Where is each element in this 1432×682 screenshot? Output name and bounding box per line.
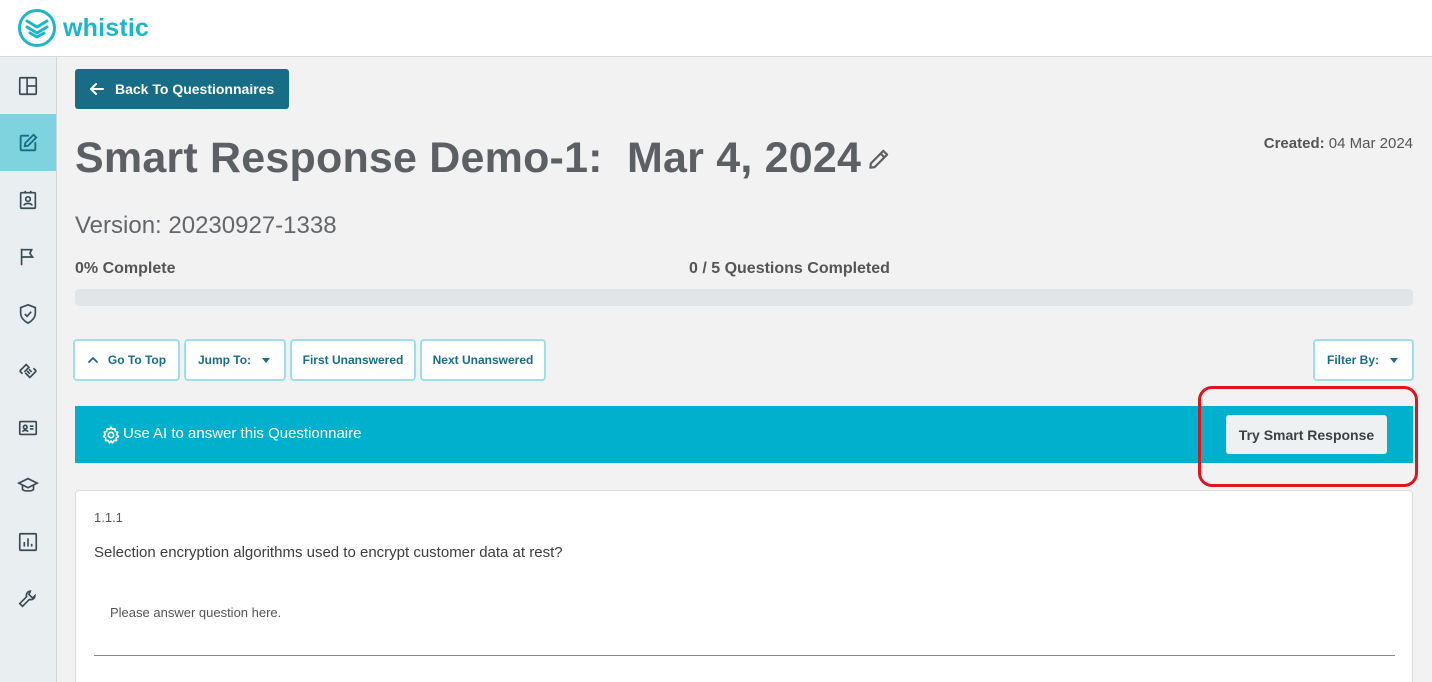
- percent-complete: 0% Complete: [75, 260, 176, 277]
- question-card: 1.1.1 Selection encryption algorithms us…: [75, 490, 1413, 682]
- whistic-logo-icon: [18, 9, 56, 47]
- created-label: Created:: [1263, 135, 1325, 152]
- created-value: 04 Mar 2024: [1324, 135, 1413, 152]
- sidebar-item-contacts[interactable]: [0, 171, 56, 228]
- ai-banner-text: Use AI to answer this Questionnaire: [123, 425, 362, 442]
- page-title: Smart Response Demo-1: Mar 4, 2024: [75, 134, 862, 182]
- filter-by-label: Filter By:: [1326, 353, 1379, 367]
- created-date: Created: 04 Mar 2024: [1264, 135, 1413, 152]
- jump-to-dropdown[interactable]: Jump To:: [184, 339, 286, 381]
- back-to-questionnaires-button[interactable]: Back To Questionnaires: [75, 69, 289, 109]
- question-number: 1.1.1: [94, 510, 123, 525]
- whistic-logo[interactable]: whistic: [17, 8, 149, 48]
- jump-to-label: Jump To:: [197, 353, 252, 367]
- caret-down-icon: [262, 358, 271, 363]
- sidebar-item-reports[interactable]: [0, 513, 56, 570]
- next-unanswered-button[interactable]: Next Unanswered: [420, 339, 546, 381]
- answer-field[interactable]: [94, 595, 1395, 656]
- sidebar-item-partners[interactable]: [0, 342, 56, 399]
- next-unanswered-label: Next Unanswered: [432, 353, 534, 367]
- graduation-cap-icon: [17, 477, 39, 492]
- handshake-icon: [19, 362, 37, 379]
- answer-input[interactable]: [110, 605, 1380, 620]
- sidebar-item-dashboard[interactable]: [0, 57, 56, 114]
- chevron-up-icon: [87, 357, 98, 363]
- sidebar-item-settings[interactable]: [0, 570, 56, 627]
- top-bar: whistic: [0, 0, 1432, 57]
- id-card-icon: [18, 420, 38, 435]
- sidebar-item-issues[interactable]: [0, 228, 56, 285]
- arrow-left-icon: [90, 83, 104, 95]
- filter-by-dropdown[interactable]: Filter By:: [1313, 339, 1414, 381]
- pencil-icon[interactable]: [866, 146, 892, 172]
- back-button-label: Back To Questionnaires: [115, 81, 275, 97]
- highlight-annotation: [1198, 386, 1418, 487]
- caret-down-icon: [1390, 358, 1398, 363]
- questions-completed: 0 / 5 Questions Completed: [689, 260, 890, 277]
- brand-name: whistic: [63, 13, 150, 42]
- go-to-top-label: Go To Top: [107, 353, 167, 367]
- bar-chart-icon: [18, 532, 38, 551]
- sidebar-item-profiles[interactable]: [0, 399, 56, 456]
- contact-badge-icon: [19, 190, 37, 209]
- question-text: Selection encryption algorithms used to …: [94, 544, 563, 561]
- sidebar: [0, 57, 57, 682]
- version-label: Version: 20230927-1338: [75, 212, 337, 239]
- progress-bar: [75, 289, 1413, 306]
- flag-icon: [20, 248, 35, 265]
- go-to-top-button[interactable]: Go To Top: [73, 339, 180, 381]
- dashboard-layout-icon: [18, 76, 38, 95]
- gear-icon: [102, 426, 120, 444]
- sidebar-item-questionnaires[interactable]: [0, 114, 56, 171]
- shield-check-icon: [19, 303, 37, 324]
- first-unanswered-button[interactable]: First Unanswered: [290, 339, 416, 381]
- wrench-icon: [18, 589, 36, 608]
- edit-document-icon: [19, 132, 38, 151]
- sidebar-item-learning[interactable]: [0, 456, 56, 513]
- sidebar-item-security[interactable]: [0, 285, 56, 342]
- first-unanswered-label: First Unanswered: [302, 353, 404, 367]
